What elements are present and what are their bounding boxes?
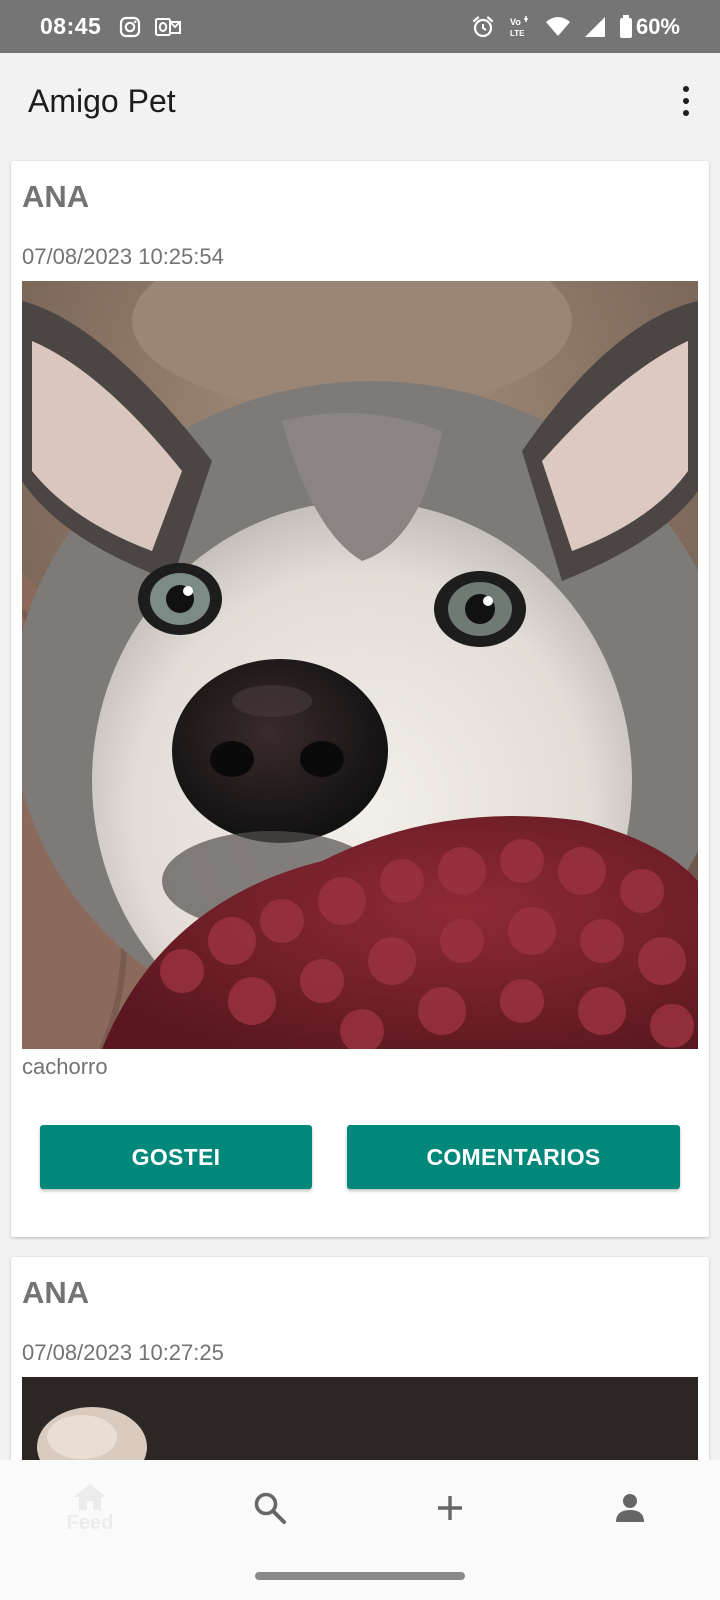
app-bar: Amigo Pet: [0, 53, 720, 149]
post-author: ANA: [22, 179, 90, 214]
status-notification-icons: [119, 16, 182, 38]
add-icon: [438, 1496, 462, 1520]
feed-list[interactable]: ANA 07/08/2023 10:25:54 cachorro GOSTEI …: [0, 149, 720, 1460]
comments-button[interactable]: COMENTARIOS: [347, 1125, 680, 1189]
status-system-icons: Vo LTE 60%: [471, 14, 680, 40]
cellular-signal-icon: [584, 16, 605, 37]
post-photo: [22, 281, 698, 1049]
search-icon: [254, 1492, 286, 1524]
post-card: ANA 07/08/2023 10:25:54 cachorro GOSTEI …: [11, 161, 709, 1237]
nav-item-search[interactable]: [180, 1460, 360, 1556]
nav-item-feed[interactable]: Feed: [0, 1460, 180, 1556]
bottom-navigation: Feed: [0, 1460, 720, 1556]
post-author: ANA: [22, 1275, 90, 1310]
post-photo: [22, 1377, 698, 1460]
pet-photo: [22, 1377, 698, 1460]
like-button[interactable]: GOSTEI: [40, 1125, 312, 1189]
nav-item-profile[interactable]: [540, 1460, 720, 1556]
status-time: 08:45: [40, 13, 102, 39]
battery-icon: [619, 14, 632, 38]
battery-percentage: 60%: [635, 13, 680, 39]
home-icon: [74, 1483, 106, 1510]
system-navigation-area: [0, 1556, 720, 1600]
post-timestamp: 07/08/2023 10:27:25: [22, 1340, 224, 1365]
alarm-icon: [472, 15, 494, 37]
svg-text:Vo: Vo: [510, 17, 521, 27]
network-type: LTE: [510, 29, 525, 38]
post-card: ANA 07/08/2023 10:27:25: [11, 1257, 709, 1460]
outlook-icon: [155, 17, 182, 36]
post-timestamp: 07/08/2023 10:25:54: [22, 244, 224, 269]
app-title: Amigo Pet: [28, 82, 176, 119]
husky-dog-photo: [22, 281, 698, 1049]
volte-icon: Vo LTE: [510, 15, 528, 38]
instagram-icon: [120, 16, 141, 37]
nav-item-add[interactable]: [360, 1460, 540, 1556]
more-vert-icon[interactable]: [674, 77, 698, 125]
person-icon: [616, 1494, 644, 1522]
nav-label-feed: Feed: [66, 1511, 114, 1534]
status-bar: 08:45 Vo LTE 60%: [0, 0, 720, 53]
post-caption: cachorro: [22, 1054, 108, 1079]
wifi-icon: [545, 16, 570, 36]
gesture-handle[interactable]: [255, 1572, 465, 1580]
